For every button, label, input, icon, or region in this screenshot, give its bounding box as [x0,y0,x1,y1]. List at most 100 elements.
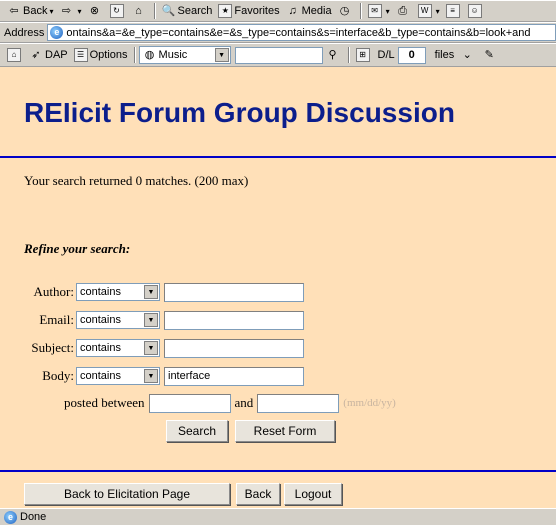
word-button[interactable]: W ▾ [415,2,443,20]
forward-dropdown-icon[interactable]: ▾ [77,7,81,16]
print-button[interactable]: ⎙ [393,2,415,20]
dap-button[interactable]: ➶ DAP [26,46,71,64]
pencil-icon: ✎ [484,49,494,61]
back-label: Back [23,5,48,17]
email-mode-value: contains [80,314,121,326]
stop-icon: ⊗ [89,5,100,17]
page-content: REIicit Forum Group Discussion Your sear… [0,67,556,508]
body-mode-select[interactable]: contains ▼ [76,367,160,385]
subject-mode-select[interactable]: contains ▼ [76,339,160,357]
toolbar-search-input[interactable] [234,46,323,64]
word-dropdown-icon[interactable]: ▾ [436,7,440,16]
email-label: Email: [39,312,74,327]
title-divider [0,156,556,158]
subject-mode-value: contains [80,342,121,354]
chevron-down-icon[interactable]: ▼ [144,313,158,327]
address-bar: Address e ontains&a=&e_type=contains&e=&… [0,22,556,43]
dap-icon: ➶ [31,49,41,61]
mail-dropdown-icon[interactable]: ▾ [386,7,390,16]
search-icon: 🔍 [161,5,176,17]
favorites-icon: ★ [218,4,233,18]
reset-form-button[interactable]: Reset Form [235,420,335,442]
download-grid-icon: ⊞ [355,48,370,62]
history-icon: ◷ [339,5,350,17]
music-select[interactable]: ◍ Music ▼ [138,46,231,64]
email-mode-select[interactable]: contains ▼ [76,311,160,329]
home-icon: ⌂ [7,48,21,62]
options-label: Options [89,49,128,61]
mail-button[interactable]: ✉ ▾ [365,2,393,20]
refine-heading: Refine your search: [24,241,131,256]
download-manager-button[interactable]: ⊞ [353,46,375,64]
address-label: Address [4,26,45,39]
status-bar: e Done [0,508,556,525]
date-format-hint: (mm/dd/yy) [343,397,396,409]
messenger-button[interactable]: ☺ [465,2,487,20]
refresh-button[interactable]: ↻ [107,2,129,20]
search-submit-button[interactable]: Search [166,420,228,442]
media-button[interactable]: ♫ Media [283,2,335,20]
body-mode-value: contains [80,370,121,382]
print-icon: ⎙ [398,5,407,17]
files-label: files [434,49,455,61]
author-mode-select[interactable]: contains ▼ [76,283,160,301]
author-input[interactable] [164,282,304,302]
footer-divider [0,470,556,472]
address-input[interactable]: e ontains&a=&e_type=contains&e=&s_type=c… [47,24,556,41]
home-link[interactable]: ⌂ [4,46,26,64]
pencil-button[interactable]: ✎ [479,46,501,64]
chevron-down-icon[interactable]: ▼ [214,48,229,62]
word-icon: W [417,4,432,18]
author-row: Author: contains ▼ [0,282,304,302]
toolbar-separator [347,47,350,63]
home-button[interactable]: ⌂ [129,2,151,20]
subject-input[interactable] [164,338,304,358]
body-input[interactable]: interface [164,366,304,386]
options-button[interactable]: ☰ Options [71,46,131,64]
toolbar-separator [133,47,136,63]
date-to-input[interactable] [257,393,340,413]
back-arrow-icon: ⇦ [9,5,19,17]
forward-arrow-icon: ⇨ [61,5,72,17]
toolbar-separator [359,3,362,19]
search-button[interactable]: 🔍 Search [159,2,216,20]
favorites-button[interactable]: ★ Favorites [215,2,282,20]
author-mode-value: contains [80,286,121,298]
date-range-row: posted between and (mm/dd/yy) [64,393,396,413]
more-chevron-button[interactable]: ⌄ [457,46,479,64]
dl-label: D/L [377,49,395,61]
discuss-button[interactable]: ≡ [443,2,465,20]
chevron-down-icon[interactable]: ▼ [144,369,158,383]
links-toolbar: ⌂ ➶ DAP ☰ Options ◍ Music ▼ ⚲ ⊞ D/L 0 fi… [0,43,556,67]
back-dropdown-icon[interactable]: ▾ [49,7,53,16]
discuss-icon: ≡ [445,4,460,18]
favorites-label: Favorites [234,5,280,17]
back-page-button[interactable]: Back [236,483,280,505]
address-url: ontains&a=&e_type=contains&e=&s_type=con… [66,26,531,39]
body-row: Body: contains ▼ interface [0,366,304,386]
options-icon: ☰ [73,48,88,62]
back-button[interactable]: ⇦ Back ▾ [4,2,56,20]
chevron-down-icon[interactable]: ▼ [144,341,158,355]
media-icon: ♫ [288,5,297,17]
ie-status-icon: e [4,510,17,524]
logout-button[interactable]: Logout [284,483,342,505]
music-label: Music [158,49,188,61]
posted-between-label: posted between [64,395,145,410]
toolbar-search-button[interactable]: ⚲ [323,46,345,64]
forward-button[interactable]: ⇨ ▾ [56,2,84,20]
and-label: and [234,395,254,410]
author-label: Author: [33,284,74,299]
chevron-down-icon[interactable]: ▼ [144,285,158,299]
search-label: Search [177,5,213,17]
stop-button[interactable]: ⊗ [85,2,107,20]
ie-page-icon: e [50,26,64,39]
email-input[interactable] [164,310,304,330]
history-button[interactable]: ◷ [335,2,357,20]
mail-icon: ✉ [367,4,382,18]
media-label: Media [301,5,332,17]
messenger-icon: ☺ [467,4,482,18]
back-to-elicitation-button[interactable]: Back to Elicitation Page [24,483,230,505]
date-from-input[interactable] [148,393,231,413]
home-icon: ⌂ [135,5,142,17]
